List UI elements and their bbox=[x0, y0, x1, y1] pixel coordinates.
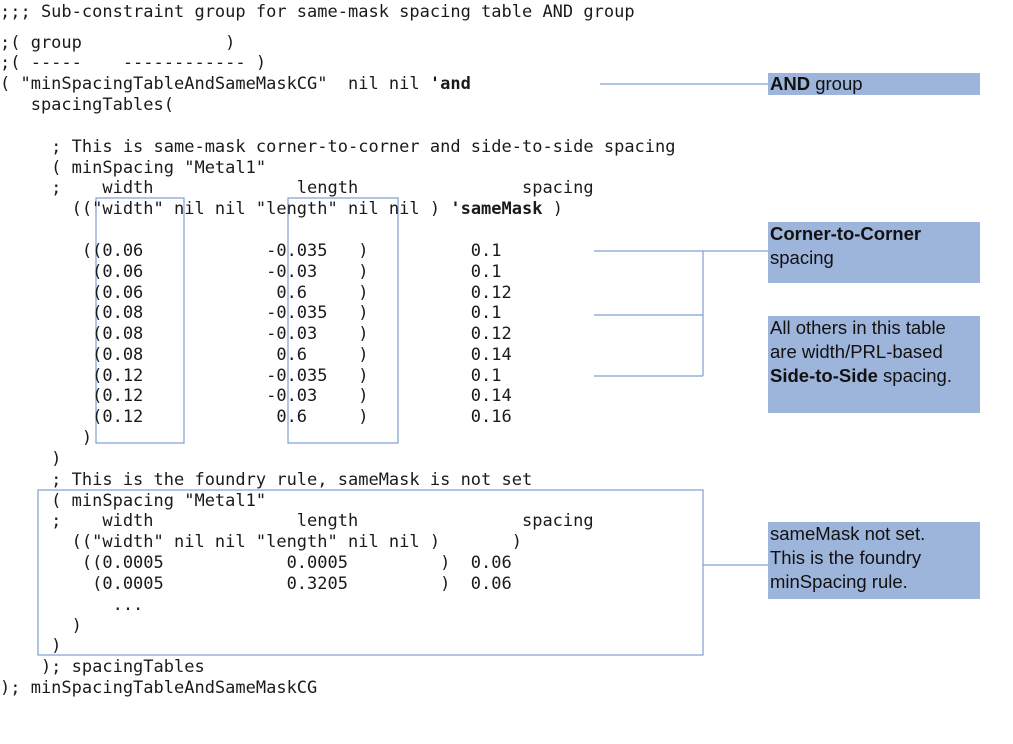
side-callout-line1: All others in this table bbox=[770, 317, 946, 338]
side-to-side-callout: All others in this table are width/PRL-b… bbox=[768, 316, 980, 413]
table-def-close: ) bbox=[542, 199, 563, 219]
cg-name-text: ( "minSpacingTableAndSameMaskCG" nil nil bbox=[0, 74, 430, 94]
side-callout-rest: spacing. bbox=[877, 365, 952, 386]
foundry-callout-line3: minSpacing rule. bbox=[770, 571, 908, 592]
side-callout-line2: are width/PRL-based bbox=[770, 341, 943, 362]
table-row: (0.0005 0.3205 ) 0.06 bbox=[0, 574, 512, 594]
and-group-callout: AND group bbox=[768, 73, 980, 95]
code-line-dashes: ;( ----- ------------ ) bbox=[0, 53, 267, 73]
code-line-ellipsis: ... bbox=[0, 595, 144, 615]
corner-callout-bold: Corner-to-Corner bbox=[770, 223, 922, 244]
code-line-rule-close-foundry: ) bbox=[0, 636, 62, 656]
code-line-min-spacing: ( minSpacing "Metal1" bbox=[0, 158, 267, 178]
table-row: (0.08 0.6 ) 0.14 bbox=[0, 345, 512, 365]
table-row: (0.08 -0.03 ) 0.12 bbox=[0, 324, 512, 344]
table-row: (0.06 -0.03 ) 0.1 bbox=[0, 262, 502, 282]
code-line-rule-close: ) bbox=[0, 449, 62, 469]
code-line-min-spacing-foundry: ( minSpacing "Metal1" bbox=[0, 491, 267, 511]
table-row: (0.12 -0.035 ) 0.1 bbox=[0, 366, 502, 386]
corner-to-corner-callout: Corner-to-Corner spacing bbox=[768, 222, 980, 283]
code-line-spacing-tables-close: ); spacingTables bbox=[0, 657, 205, 677]
code-comment-foundry: ; This is the foundry rule, sameMask is … bbox=[0, 470, 533, 490]
code-line-header: ;;; Sub-constraint group for same-mask s… bbox=[0, 2, 635, 22]
corner-callout-text: spacing bbox=[770, 247, 834, 268]
code-comment-same-mask: ; This is same-mask corner-to-corner and… bbox=[0, 137, 676, 157]
code-line-table-close: ) bbox=[0, 428, 93, 448]
code-line-spacing-tables: spacingTables( bbox=[0, 95, 174, 115]
foundry-callout-line1: sameMask not set. bbox=[770, 523, 926, 544]
and-group-callout-text: group bbox=[810, 73, 863, 94]
code-line-column-header-foundry: ; width length spacing bbox=[0, 511, 594, 531]
code-line-table-def: (("width" nil nil "length" nil nil ) 'sa… bbox=[0, 199, 563, 219]
table-row: ((0.0005 0.0005 ) 0.06 bbox=[0, 553, 512, 573]
table-row: (0.08 -0.035 ) 0.1 bbox=[0, 303, 502, 323]
and-group-callout-bold: AND bbox=[770, 73, 811, 94]
table-row: ((0.06 -0.035 ) 0.1 bbox=[0, 241, 502, 261]
code-line-table-def-foundry: (("width" nil nil "length" nil nil ) ) bbox=[0, 532, 522, 552]
table-def-text: (("width" nil nil "length" nil nil ) bbox=[0, 199, 451, 219]
table-row: (0.12 -0.03 ) 0.14 bbox=[0, 386, 512, 406]
foundry-callout-line2: This is the foundry bbox=[770, 547, 922, 568]
code-line-column-header: ; width length spacing bbox=[0, 178, 594, 198]
and-keyword: 'and bbox=[429, 74, 471, 94]
code-line-group: ;( group ) bbox=[0, 33, 236, 53]
foundry-rule-callout: sameMask not set. This is the foundry mi… bbox=[768, 522, 980, 599]
table-row: (0.12 0.6 ) 0.16 bbox=[0, 407, 512, 427]
same-mask-keyword: 'sameMask bbox=[450, 199, 543, 219]
code-line-table-close-foundry: ) bbox=[0, 616, 82, 636]
side-callout-bold: Side-to-Side bbox=[770, 365, 878, 386]
table-row: (0.06 0.6 ) 0.12 bbox=[0, 283, 512, 303]
code-line-cg-name: ( "minSpacingTableAndSameMaskCG" nil nil… bbox=[0, 74, 471, 94]
code-line-cg-close: ); minSpacingTableAndSameMaskCG bbox=[0, 678, 318, 698]
